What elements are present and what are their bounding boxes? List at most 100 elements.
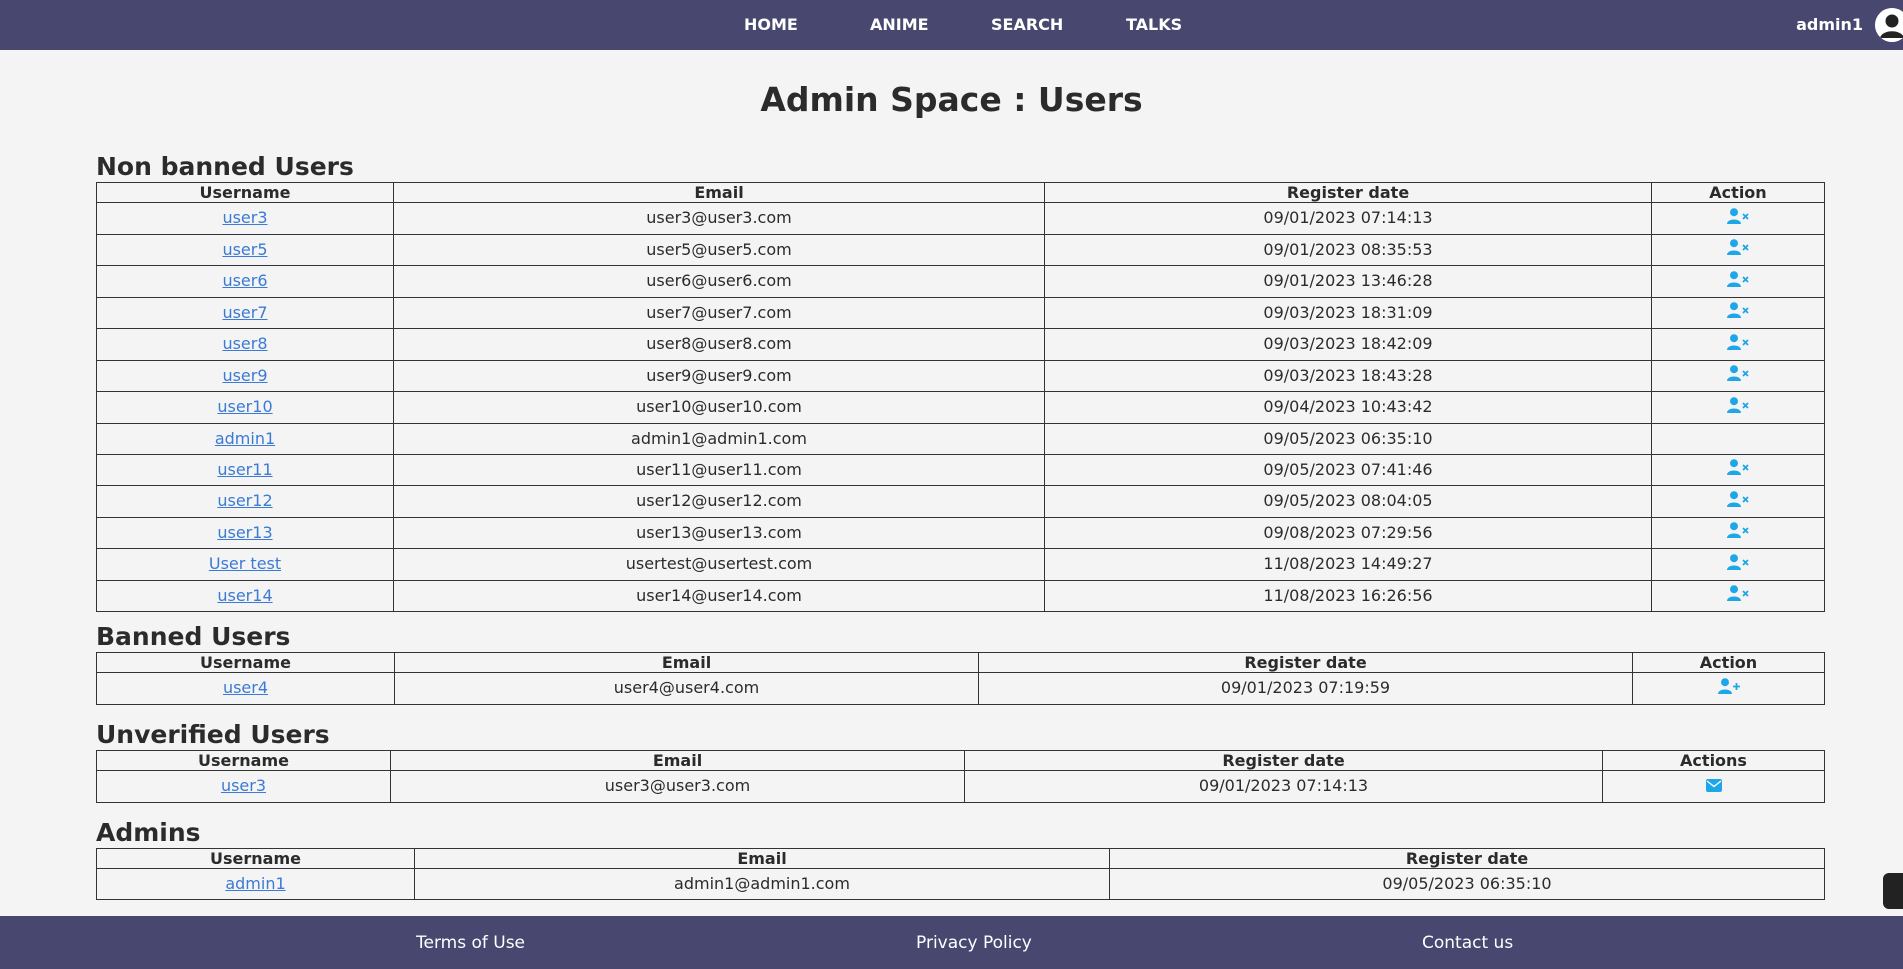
ban-user-icon[interactable] — [1727, 298, 1749, 328]
privacy-policy-link[interactable]: Privacy Policy — [916, 933, 1032, 953]
username-cell: user3 — [96, 202, 394, 235]
action-cell — [1651, 548, 1825, 581]
username-cell: user14 — [96, 579, 394, 612]
username-link[interactable]: user3 — [222, 208, 267, 227]
username-link[interactable]: admin1 — [215, 429, 275, 448]
column-header: Register date — [978, 652, 1633, 673]
terms-of-use-link[interactable]: Terms of Use — [416, 933, 525, 953]
column-header: Email — [393, 182, 1045, 203]
register-date-cell: 11/08/2023 14:49:27 — [1044, 548, 1652, 581]
email-cell: user7@user7.com — [393, 296, 1045, 329]
register-date-cell: 09/01/2023 08:35:53 — [1044, 233, 1652, 266]
table-row: User test usertest@usertest.com 11/08/2023… — [96, 548, 1825, 581]
resend-email-icon[interactable] — [1705, 772, 1722, 802]
column-header: Email — [394, 652, 979, 673]
contact-us-link[interactable]: Contact us — [1422, 933, 1513, 953]
register-date-cell: 09/03/2023 18:42:09 — [1044, 328, 1652, 361]
unverified-title: Unverified Users — [96, 720, 330, 749]
nav-home[interactable]: HOME — [744, 15, 798, 34]
username-cell: User test — [96, 548, 394, 581]
username-link[interactable]: user9 — [222, 366, 267, 385]
column-header: Username — [96, 848, 415, 869]
column-header: Register date — [964, 750, 1603, 771]
table-row: user10 user10@user10.com 09/04/2023 10:43:… — [96, 391, 1825, 424]
username-cell: user11 — [96, 453, 394, 486]
current-username[interactable]: admin1 — [1796, 15, 1863, 34]
username-link[interactable]: user10 — [217, 397, 272, 416]
username-cell: user13 — [96, 516, 394, 549]
unverified-users-table: Username Email Register date Actions user3 us… — [96, 750, 1825, 803]
ban-user-icon[interactable] — [1727, 393, 1749, 423]
ban-user-icon[interactable] — [1727, 518, 1749, 548]
nav-talks[interactable]: TALKS — [1126, 15, 1182, 34]
username-cell: user12 — [96, 485, 394, 518]
ban-user-icon[interactable] — [1727, 330, 1749, 360]
column-header: Register date — [1044, 182, 1652, 203]
ban-user-icon[interactable] — [1727, 581, 1749, 611]
username-cell: user3 — [96, 770, 391, 803]
username-link[interactable]: user4 — [223, 678, 268, 697]
floating-widget-button[interactable] — [1883, 873, 1903, 909]
top-nav-bar: HOME ANIME SEARCH TALKS admin1 — [0, 0, 1903, 50]
nav-anime[interactable]: ANIME — [870, 15, 929, 34]
username-link[interactable]: user11 — [217, 460, 272, 479]
username-link[interactable]: User test — [209, 554, 281, 573]
table-row: user14 user14@user14.com 11/08/2023 16:26:… — [96, 579, 1825, 612]
user-avatar-icon[interactable] — [1875, 8, 1903, 42]
action-cell — [1651, 579, 1825, 612]
username-cell: admin1 — [96, 868, 415, 900]
ban-user-icon[interactable] — [1727, 361, 1749, 391]
username-link[interactable]: admin1 — [225, 874, 285, 893]
nav-search[interactable]: SEARCH — [991, 15, 1063, 34]
register-date-cell: 09/01/2023 13:46:28 — [1044, 265, 1652, 298]
register-date-cell: 09/01/2023 07:14:13 — [1044, 202, 1652, 235]
email-cell: user9@user9.com — [393, 359, 1045, 392]
email-cell: user8@user8.com — [393, 328, 1045, 361]
username-link[interactable]: user12 — [217, 491, 272, 510]
action-cell — [1651, 516, 1825, 549]
email-cell: user3@user3.com — [390, 770, 965, 803]
username-link[interactable]: user8 — [222, 334, 267, 353]
email-cell: user14@user14.com — [393, 579, 1045, 612]
username-cell: user5 — [96, 233, 394, 266]
table-row: user3 user3@user3.com 09/01/2023 07:14:13 — [96, 202, 1825, 235]
register-date-cell: 09/01/2023 07:19:59 — [978, 672, 1633, 705]
banned-users-table: Username Email Register date Action user4 use… — [96, 652, 1825, 705]
username-link[interactable]: user3 — [221, 776, 266, 795]
table-row: user13 user13@user13.com 09/08/2023 07:29:… — [96, 516, 1825, 549]
action-cell — [1651, 391, 1825, 424]
ban-user-icon[interactable] — [1727, 235, 1749, 265]
email-cell: user6@user6.com — [393, 265, 1045, 298]
ban-user-icon[interactable] — [1727, 487, 1749, 517]
admins-table: Username Email Register date admin1 admin1@a… — [96, 848, 1825, 900]
username-link[interactable]: user5 — [222, 240, 267, 259]
email-cell: user13@user13.com — [393, 516, 1045, 549]
table-row: user6 user6@user6.com 09/01/2023 13:46:28 — [96, 265, 1825, 298]
username-cell: admin1 — [96, 422, 394, 455]
register-date-cell: 09/01/2023 07:14:13 — [964, 770, 1603, 803]
register-date-cell: 09/04/2023 10:43:42 — [1044, 391, 1652, 424]
action-cell — [1602, 770, 1825, 803]
register-date-cell: 09/03/2023 18:31:09 — [1044, 296, 1652, 329]
username-link[interactable]: user6 — [222, 271, 267, 290]
action-cell — [1651, 265, 1825, 298]
register-date-cell: 11/08/2023 16:26:56 — [1044, 579, 1652, 612]
action-cell — [1651, 328, 1825, 361]
email-cell: admin1@admin1.com — [393, 422, 1045, 455]
username-link[interactable]: user13 — [217, 523, 272, 542]
email-cell: user10@user10.com — [393, 391, 1045, 424]
ban-user-icon[interactable] — [1727, 455, 1749, 485]
table-row: admin1 admin1@admin1.com 09/05/2023 06:35:… — [96, 422, 1825, 455]
column-header: Username — [96, 750, 391, 771]
ban-user-icon[interactable] — [1727, 204, 1749, 234]
ban-user-icon[interactable] — [1727, 550, 1749, 580]
ban-user-icon[interactable] — [1727, 267, 1749, 297]
username-link[interactable]: user14 — [217, 586, 272, 605]
table-row: user11 user11@user11.com 09/05/2023 07:41:… — [96, 453, 1825, 486]
username-cell: user9 — [96, 359, 394, 392]
username-link[interactable]: user7 — [222, 303, 267, 322]
table-row: user4 user4@user4.com 09/01/2023 07:19:59 — [96, 672, 1825, 705]
unban-user-icon[interactable] — [1717, 674, 1740, 704]
email-cell: user3@user3.com — [393, 202, 1045, 235]
email-cell: user5@user5.com — [393, 233, 1045, 266]
